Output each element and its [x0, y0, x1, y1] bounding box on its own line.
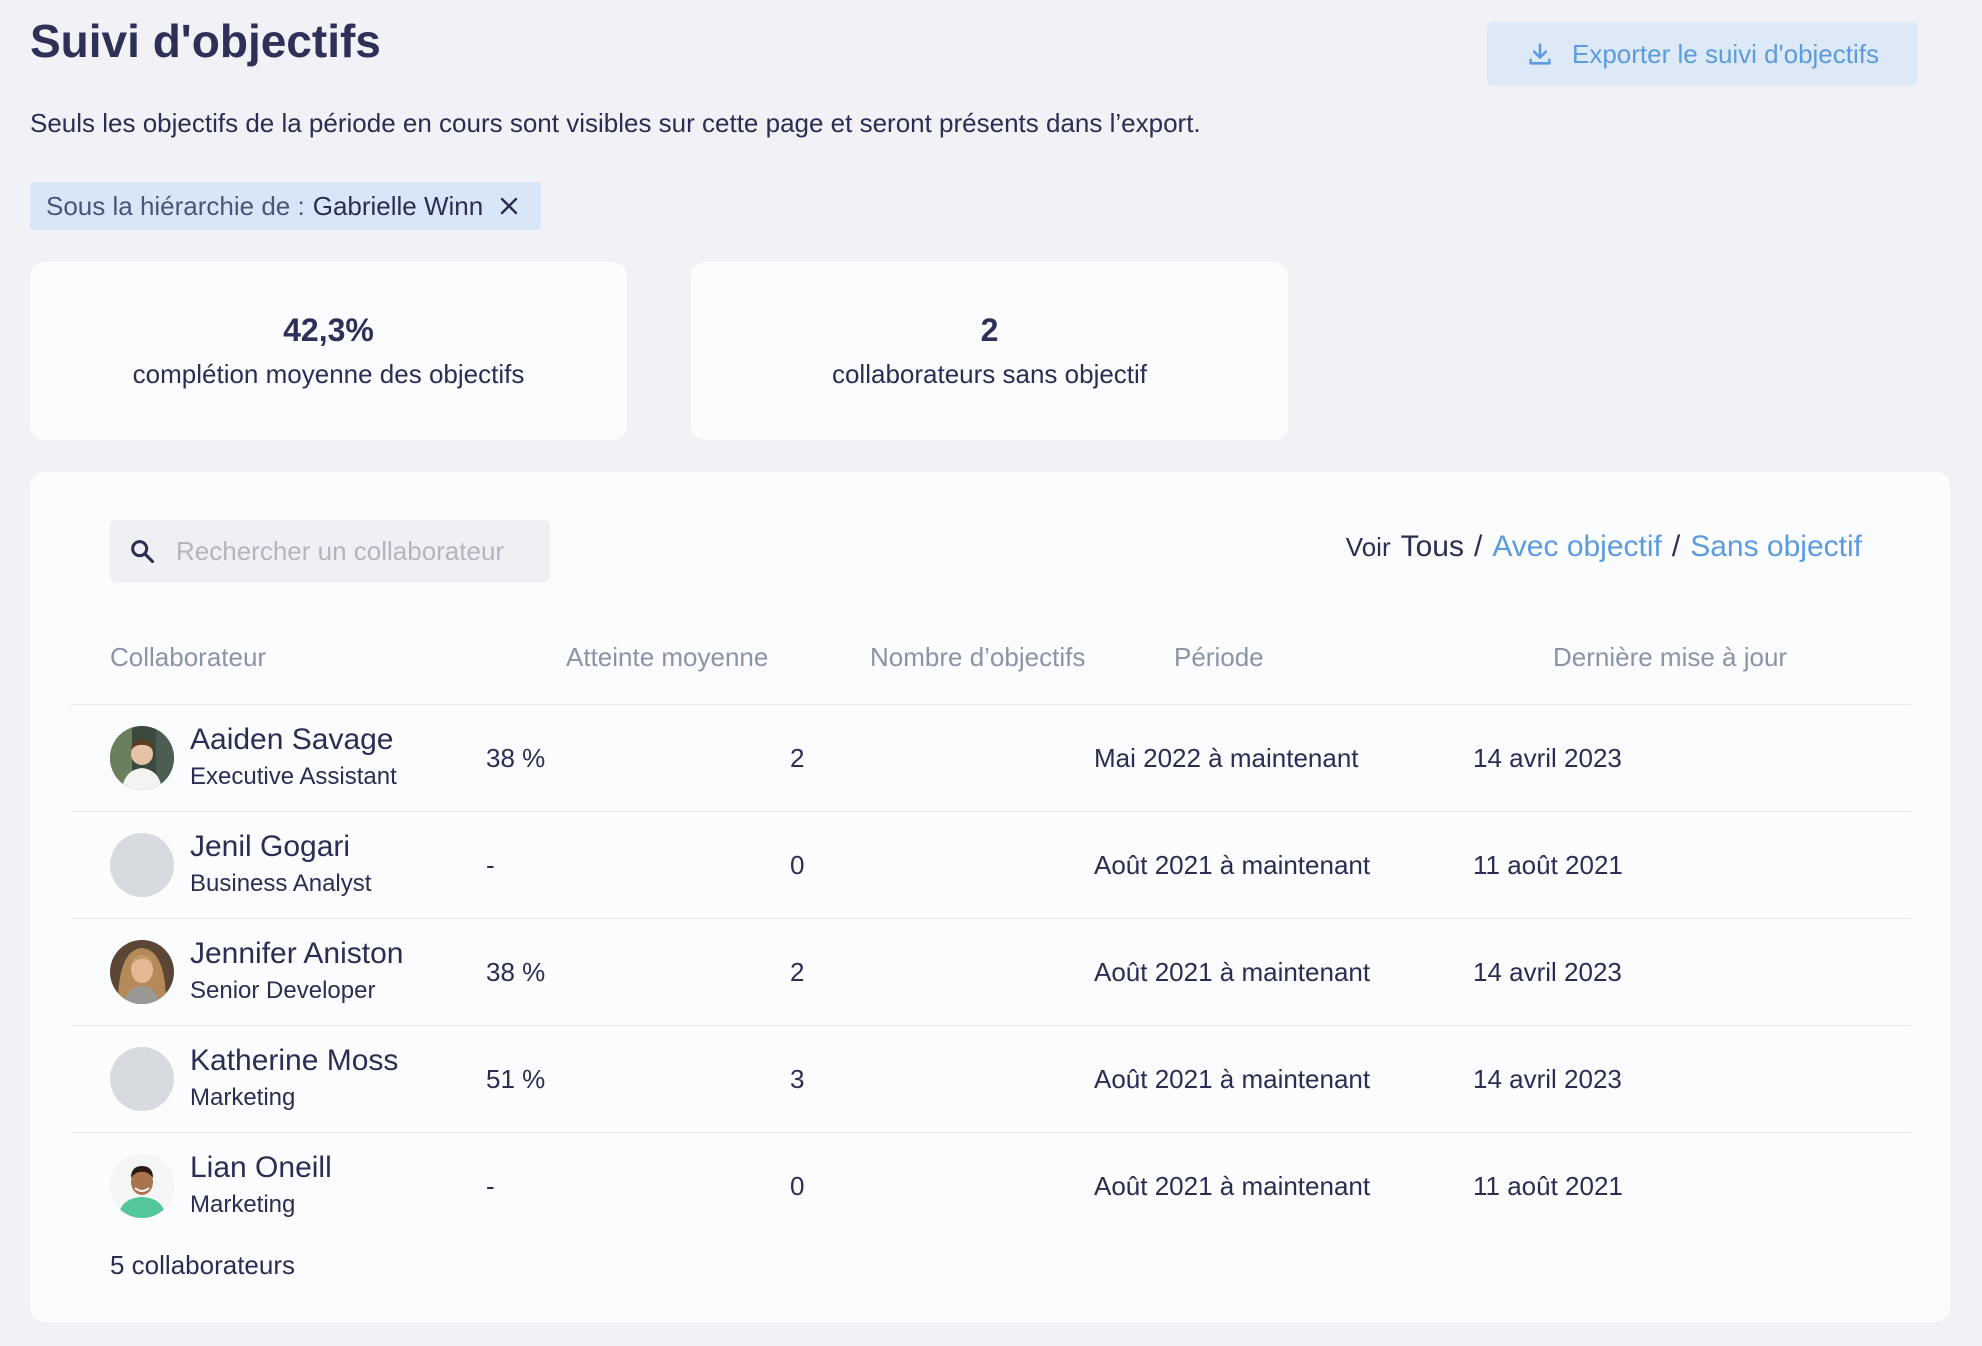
stat-value: 42,3%	[283, 312, 374, 348]
view-filter: Voir Tous / Avec objectif / Sans objecti…	[1346, 530, 1862, 564]
stat-label: complétion moyenne des objectifs	[132, 359, 525, 389]
filter-chip-value: Gabrielle Winn	[312, 190, 484, 221]
last-update-cell: 14 avril 2023	[1473, 1064, 1622, 1094]
avatar	[110, 1154, 174, 1218]
column-header-objective-count[interactable]: Nombre d’objectifs	[870, 642, 1085, 673]
attainment-cell: 38 %	[486, 957, 546, 987]
filter-chip-prefix: Sous la hiérarchie de :	[46, 190, 305, 221]
table-row[interactable]: Lian Oneill Marketing - 0 Août 2021 à ma…	[70, 1132, 1910, 1240]
last-update-cell: 14 avril 2023	[1473, 743, 1622, 773]
download-icon	[1529, 43, 1551, 65]
avatar-placeholder	[110, 1047, 174, 1111]
attainment-cell: 51 %	[486, 1064, 546, 1094]
table-row[interactable]: Katherine Moss Marketing 51 % 3 Août 202…	[70, 1025, 1910, 1133]
attainment-cell: -	[486, 850, 495, 880]
employee-role: Senior Developer	[190, 977, 376, 1004]
employee-name: Katherine Moss	[190, 1044, 399, 1077]
stat-value: 2	[980, 312, 999, 348]
period-cell: Août 2021 à maintenant	[1094, 850, 1371, 880]
stat-card-completion: 42,3% complétion moyenne des objectifs	[30, 262, 627, 440]
employee-role: Marketing	[190, 1084, 296, 1111]
export-button[interactable]: Exporter le suivi d'objectifs	[1487, 22, 1918, 86]
column-header-last-update[interactable]: Dernière mise à jour	[1553, 642, 1787, 673]
table-row[interactable]: Jenil Gogari Business Analyst - 0 Août 2…	[70, 811, 1910, 919]
table-row[interactable]: Jennifer Aniston Senior Developer 38 % 2…	[70, 918, 1910, 1026]
employee-role: Executive Assistant	[190, 763, 397, 790]
objective-count-cell: 3	[790, 1064, 805, 1094]
last-update-cell: 14 avril 2023	[1473, 957, 1622, 987]
column-header-attainment[interactable]: Atteinte moyenne	[566, 642, 768, 673]
employee-name: Aaiden Savage	[190, 723, 394, 756]
avatar	[110, 726, 174, 790]
column-header-period[interactable]: Période	[1174, 642, 1264, 673]
table-row[interactable]: Aaiden Savage Executive Assistant 38 % 2…	[70, 704, 1910, 812]
objective-count-cell: 2	[790, 743, 805, 773]
employee-name: Jenil Gogari	[190, 830, 351, 863]
employee-table-panel: Voir Tous / Avec objectif / Sans objecti…	[30, 472, 1950, 1322]
view-filter-all[interactable]: Tous	[1401, 530, 1464, 564]
stat-card-without-objective: 2 collaborateurs sans objectif	[691, 262, 1288, 440]
employee-name: Lian Oneill	[190, 1151, 332, 1184]
search-icon	[131, 540, 155, 564]
collaborator-count: 5 collaborateurs	[110, 1250, 295, 1280]
search-input[interactable]	[174, 534, 538, 568]
objective-count-cell: 0	[790, 1171, 805, 1201]
view-filter-label: Voir	[1345, 532, 1391, 562]
attainment-cell: -	[486, 1171, 495, 1201]
close-icon[interactable]	[497, 194, 521, 218]
last-update-cell: 11 août 2021	[1473, 1171, 1623, 1201]
objective-count-cell: 2	[790, 957, 805, 987]
search-box	[110, 520, 550, 582]
view-filter-separator: /	[1473, 530, 1483, 563]
avatar-placeholder	[110, 833, 174, 897]
page-title: Suivi d'objectifs	[30, 15, 381, 67]
view-filter-with-objective[interactable]: Avec objectif	[1492, 530, 1662, 564]
period-cell: Août 2021 à maintenant	[1094, 957, 1371, 987]
period-cell: Mai 2022 à maintenant	[1094, 743, 1359, 773]
employee-role: Business Analyst	[190, 870, 372, 897]
avatar	[110, 940, 174, 1004]
last-update-cell: 11 août 2021	[1473, 850, 1623, 880]
objective-count-cell: 0	[790, 850, 805, 880]
employee-name: Jennifer Aniston	[190, 937, 404, 970]
attainment-cell: 38 %	[486, 743, 546, 773]
page-subtitle: Seuls les objectifs de la période en cou…	[30, 108, 1201, 138]
period-cell: Août 2021 à maintenant	[1094, 1064, 1371, 1094]
period-cell: Août 2021 à maintenant	[1094, 1171, 1371, 1201]
hierarchy-filter-chip: Sous la hiérarchie de : Gabrielle Winn	[30, 182, 542, 230]
export-button-label: Exporter le suivi d'objectifs	[1572, 38, 1879, 69]
employee-role: Marketing	[190, 1191, 296, 1218]
stat-label: collaborateurs sans objectif	[831, 359, 1148, 389]
column-header-collaborator[interactable]: Collaborateur	[110, 642, 266, 673]
view-filter-without-objective[interactable]: Sans objectif	[1690, 530, 1862, 564]
view-filter-separator: /	[1671, 530, 1681, 563]
